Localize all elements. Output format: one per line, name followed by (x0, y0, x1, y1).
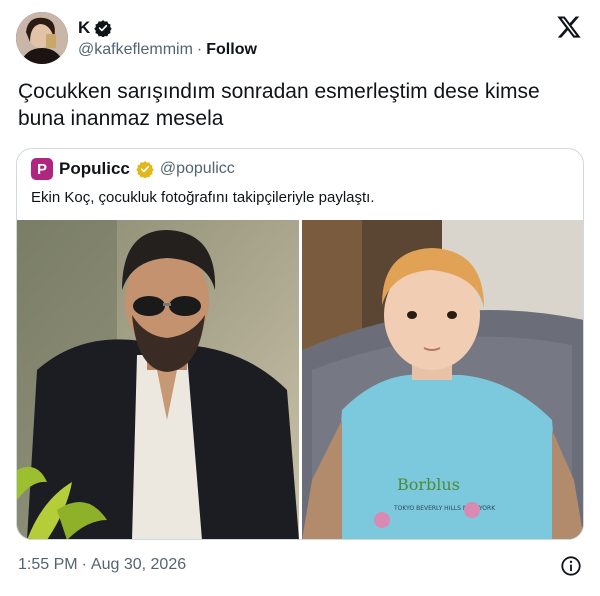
child-photo: Borblus TOKYO BEVERLY HILLS NEW YORK (301, 220, 583, 539)
tweet-header: K @kafkeflemmim · Follow (16, 12, 584, 64)
quoted-tweet[interactable]: P Populicc @populicc Ekin Koç, çocukluk … (16, 148, 584, 540)
author-display-name[interactable]: K (78, 18, 90, 38)
shirt-print-text: Borblus (397, 475, 460, 494)
shirt-cities-text: TOKYO BEVERLY HILLS NEW YORK (393, 505, 496, 512)
follow-button[interactable]: Follow (206, 41, 257, 59)
quoted-media-grid: Borblus TOKYO BEVERLY HILLS NEW YORK (17, 220, 583, 539)
timestamp-separator: · (81, 556, 87, 573)
verified-badge-icon (94, 20, 112, 37)
quoted-handle[interactable]: @populicc (160, 160, 235, 178)
info-icon[interactable] (560, 555, 582, 577)
tweet-time: 1:55 PM (18, 556, 78, 573)
man-with-sunglasses-photo (17, 220, 299, 539)
author-avatar[interactable] (16, 12, 68, 64)
tweet-timestamp[interactable]: 1:55 PM · Aug 30, 2026 (18, 556, 186, 574)
quoted-tweet-text: Ekin Koç, çocukluk fotoğrafını takipçile… (31, 189, 375, 206)
tweet-date: Aug 30, 2026 (90, 556, 187, 573)
media-photo-left[interactable] (17, 220, 299, 539)
tweet-text: Çocukken sarışındım sonradan esmerleştim… (18, 78, 578, 132)
handle-separator: · (196, 41, 203, 58)
gold-verified-badge-icon (136, 161, 154, 178)
tweet-text-line-1: Çocukken sarışındım sonradan esmerleştim… (18, 80, 540, 103)
quoted-tweet-header: P Populicc @populicc (31, 158, 235, 180)
tweet-text-line-2: buna inanmaz mesela (18, 107, 224, 130)
avatar-photo (16, 12, 68, 64)
x-logo-icon[interactable] (556, 14, 582, 40)
quoted-display-name[interactable]: Populicc (59, 159, 130, 179)
media-photo-right[interactable]: Borblus TOKYO BEVERLY HILLS NEW YORK (301, 220, 583, 539)
author-handle-row: @kafkeflemmim · Follow (78, 41, 257, 59)
author-handle[interactable]: @kafkeflemmim (78, 41, 193, 59)
author-name-row: K (78, 18, 112, 38)
populicc-logo-icon[interactable]: P (31, 158, 53, 180)
